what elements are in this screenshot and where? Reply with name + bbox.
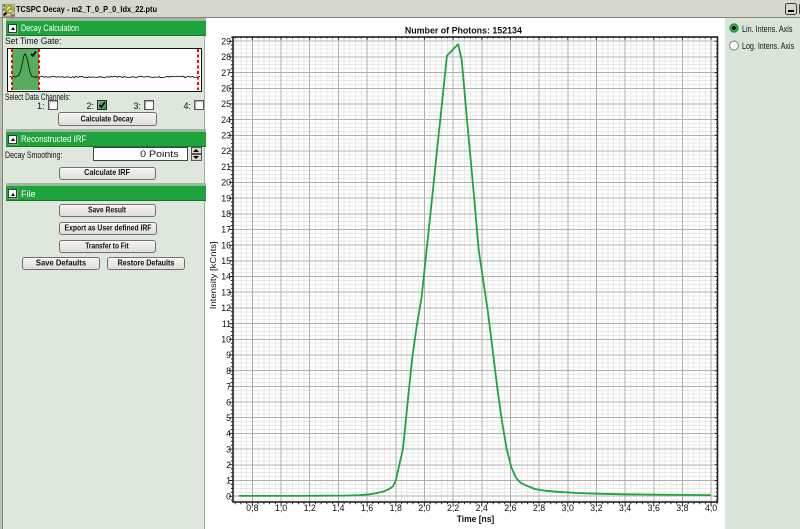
svg-text:11: 11 (222, 319, 231, 329)
svg-text:3,8: 3,8 (676, 503, 688, 513)
svg-text:28: 28 (221, 52, 231, 62)
svg-text:4: 4 (226, 429, 231, 439)
svg-text:0,8: 0,8 (246, 503, 258, 513)
svg-text:2,4: 2,4 (476, 503, 488, 513)
svg-text:Time [ns]: Time [ns] (457, 514, 495, 524)
svg-text:3,0: 3,0 (562, 503, 574, 513)
svg-text:2,8: 2,8 (533, 503, 545, 513)
svg-text:2,6: 2,6 (504, 503, 516, 513)
svg-text:17: 17 (221, 225, 231, 235)
svg-text:20: 20 (221, 178, 231, 188)
svg-text:3: 3 (226, 444, 231, 454)
svg-text:21: 21 (221, 162, 231, 172)
svg-text:Intensity [kCnts]: Intensity [kCnts] (208, 241, 218, 309)
svg-text:13: 13 (221, 287, 231, 297)
svg-text:4,0: 4,0 (705, 503, 717, 513)
svg-text:5: 5 (226, 413, 231, 423)
svg-text:2,2: 2,2 (447, 503, 459, 513)
svg-text:7: 7 (226, 382, 231, 392)
svg-text:Number of Photons: 152134: Number of Photons: 152134 (405, 25, 523, 35)
svg-text:3,6: 3,6 (648, 503, 660, 513)
svg-text:29: 29 (221, 36, 231, 46)
svg-text:1,2: 1,2 (304, 503, 316, 513)
svg-text:25: 25 (221, 99, 231, 109)
svg-text:18: 18 (221, 209, 231, 219)
svg-text:3,2: 3,2 (590, 503, 602, 513)
svg-text:1,0: 1,0 (275, 503, 287, 513)
svg-text:8: 8 (226, 366, 231, 376)
svg-text:24: 24 (221, 115, 231, 125)
svg-text:1: 1 (226, 476, 231, 486)
svg-text:19: 19 (221, 193, 231, 203)
svg-text:0: 0 (226, 491, 231, 501)
svg-text:6: 6 (226, 397, 231, 407)
svg-text:1,6: 1,6 (361, 503, 373, 513)
svg-text:15: 15 (221, 256, 231, 266)
svg-text:10: 10 (221, 335, 231, 345)
svg-text:3,4: 3,4 (619, 503, 631, 513)
svg-text:1,8: 1,8 (390, 503, 402, 513)
svg-text:12: 12 (221, 303, 231, 313)
svg-text:27: 27 (221, 68, 231, 78)
svg-text:2,0: 2,0 (418, 503, 430, 513)
svg-text:26: 26 (221, 84, 231, 94)
svg-text:14: 14 (221, 272, 231, 282)
svg-text:22: 22 (221, 146, 231, 156)
svg-text:2: 2 (226, 460, 231, 470)
svg-text:16: 16 (221, 240, 231, 250)
svg-text:23: 23 (221, 131, 231, 141)
svg-text:1,4: 1,4 (332, 503, 344, 513)
svg-text:9: 9 (226, 350, 231, 360)
